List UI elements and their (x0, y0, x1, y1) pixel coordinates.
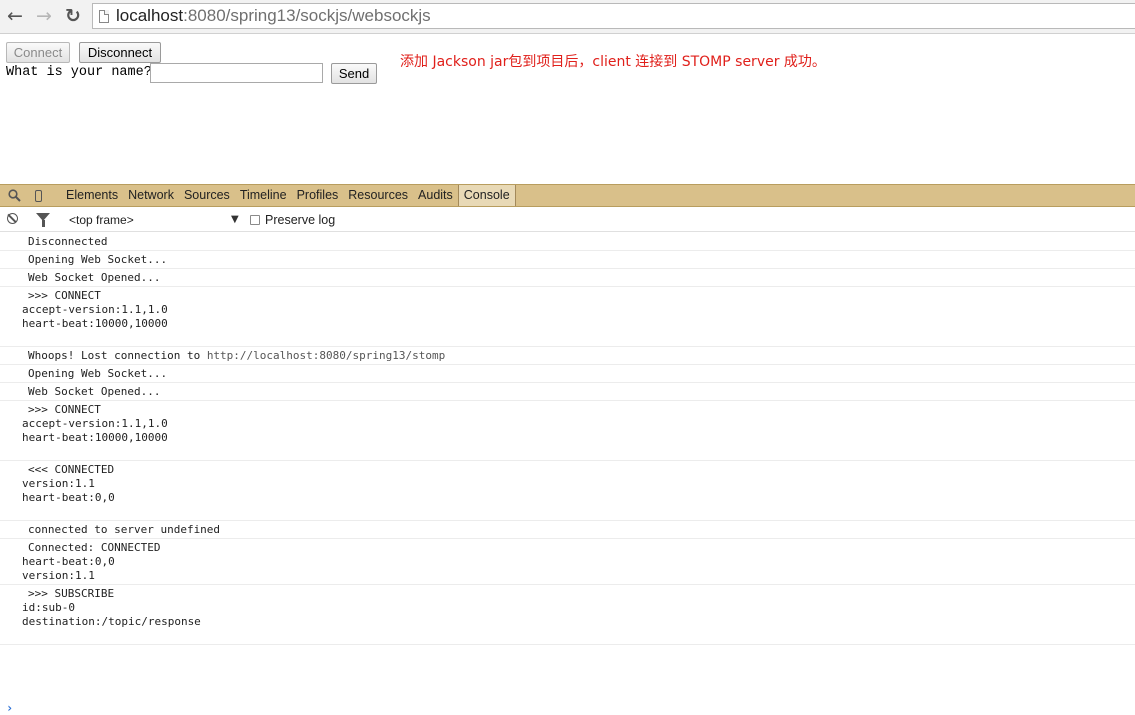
page-content: Connect Disconnect What is your name? Se… (0, 35, 1135, 185)
console-message: Connected: CONNECTED heart-beat:0,0 vers… (0, 539, 1135, 585)
url-text[interactable]: localhost:8080/spring13/sockjs/websockjs (116, 6, 431, 26)
console-message-body: id:sub-0 destination:/topic/response (22, 601, 201, 628)
search-icon[interactable] (4, 185, 24, 206)
frame-selector[interactable]: <top frame> (69, 213, 134, 227)
connect-button[interactable]: Connect (6, 42, 70, 63)
forward-arrow-icon[interactable]: → (33, 5, 55, 27)
tab-elements[interactable]: Elements (61, 185, 123, 206)
console-message-body: accept-version:1.1,1.0 heart-beat:10000,… (22, 417, 168, 444)
back-arrow-icon[interactable]: ← (4, 5, 26, 27)
tab-audits[interactable]: Audits (413, 185, 458, 206)
console-message-text: >>> CONNECT (28, 403, 101, 416)
console-log: Disconnected Opening Web Socket... Web Soc… (0, 233, 1135, 714)
device-mode-icon[interactable] (28, 185, 48, 206)
disconnect-button[interactable]: Disconnect (79, 42, 161, 63)
console-message: >>> CONNECT accept-version:1.1,1.0 heart… (0, 401, 1135, 461)
chevron-down-icon[interactable]: ▼ (231, 214, 239, 225)
preserve-log-checkbox[interactable] (250, 215, 260, 225)
console-message: Opening Web Socket... (0, 251, 1135, 269)
page-icon (99, 9, 109, 23)
name-input[interactable] (150, 63, 323, 83)
browser-toolbar: ← → ↻ localhost:8080/spring13/sockjs/web… (0, 0, 1135, 34)
console-message-text: Connected: CONNECTED (28, 541, 161, 554)
console-message: Web Socket Opened... (0, 383, 1135, 401)
devtools-tabs: Elements Network Sources Timeline Profiles Re… (61, 185, 516, 206)
send-button[interactable]: Send (331, 63, 377, 84)
console-message: <<< CONNECTED version:1.1 heart-beat:0,0 (0, 461, 1135, 521)
console-message-body: heart-beat:0,0 version:1.1 (22, 555, 115, 582)
console-message-text: Opening Web Socket... (28, 253, 168, 266)
console-message-text: Disconnected (28, 235, 108, 248)
tab-sources[interactable]: Sources (179, 185, 235, 206)
console-message-text: >>> CONNECT (28, 289, 101, 302)
console-message: Disconnected (0, 233, 1135, 251)
preserve-log-label: Preserve log (265, 213, 336, 227)
filter-icon[interactable] (36, 213, 50, 227)
console-message: connected to server undefined (0, 521, 1135, 539)
console-message: >>> CONNECT accept-version:1.1,1.0 heart… (0, 287, 1135, 347)
tab-network[interactable]: Network (123, 185, 179, 206)
console-message-text: >>> SUBSCRIBE (28, 587, 115, 600)
console-message: Opening Web Socket... (0, 365, 1135, 383)
console-message-text: Web Socket Opened... (28, 385, 161, 398)
console-message-body: accept-version:1.1,1.0 heart-beat:10000,… (22, 303, 168, 330)
console-message-text: Whoops! Lost connection to (28, 349, 207, 362)
clear-console-icon[interactable] (7, 213, 18, 224)
console-prompt-icon[interactable]: › (6, 701, 13, 715)
console-message-text: Web Socket Opened... (28, 271, 161, 284)
tab-profiles[interactable]: Profiles (292, 185, 344, 206)
url-host: localhost (116, 6, 184, 25)
tab-console[interactable]: Console (457, 185, 516, 206)
console-message-text: connected to server undefined (28, 523, 221, 536)
name-prompt-label: What is your name? (6, 65, 152, 80)
console-message-body: version:1.1 heart-beat:0,0 (22, 477, 115, 504)
console-toolbar: <top frame> ▼ Preserve log (0, 208, 1135, 232)
reload-icon[interactable]: ↻ (62, 5, 84, 27)
tab-timeline[interactable]: Timeline (235, 185, 292, 206)
url-path: :8080/spring13/sockjs/websockjs (183, 6, 431, 25)
console-link[interactable]: http://localhost:8080/spring13/stomp (207, 349, 445, 362)
devtools-tab-bar: Elements Network Sources Timeline Profiles Re… (0, 184, 1135, 207)
console-message: Whoops! Lost connection to http://localh… (0, 347, 1135, 365)
annotation-note: 添加 Jackson jar包到项目后，client 连接到 STOMP ser… (400, 54, 826, 70)
tab-resources[interactable]: Resources (343, 185, 413, 206)
console-message: Web Socket Opened... (0, 269, 1135, 287)
preserve-log-toggle[interactable]: Preserve log (250, 213, 335, 227)
console-message-text: Opening Web Socket... (28, 367, 168, 380)
console-message: >>> SUBSCRIBE id:sub-0 destination:/topi… (0, 585, 1135, 645)
address-bar[interactable]: localhost:8080/spring13/sockjs/websockjs (92, 3, 1135, 29)
console-message-text: <<< CONNECTED (28, 463, 115, 476)
